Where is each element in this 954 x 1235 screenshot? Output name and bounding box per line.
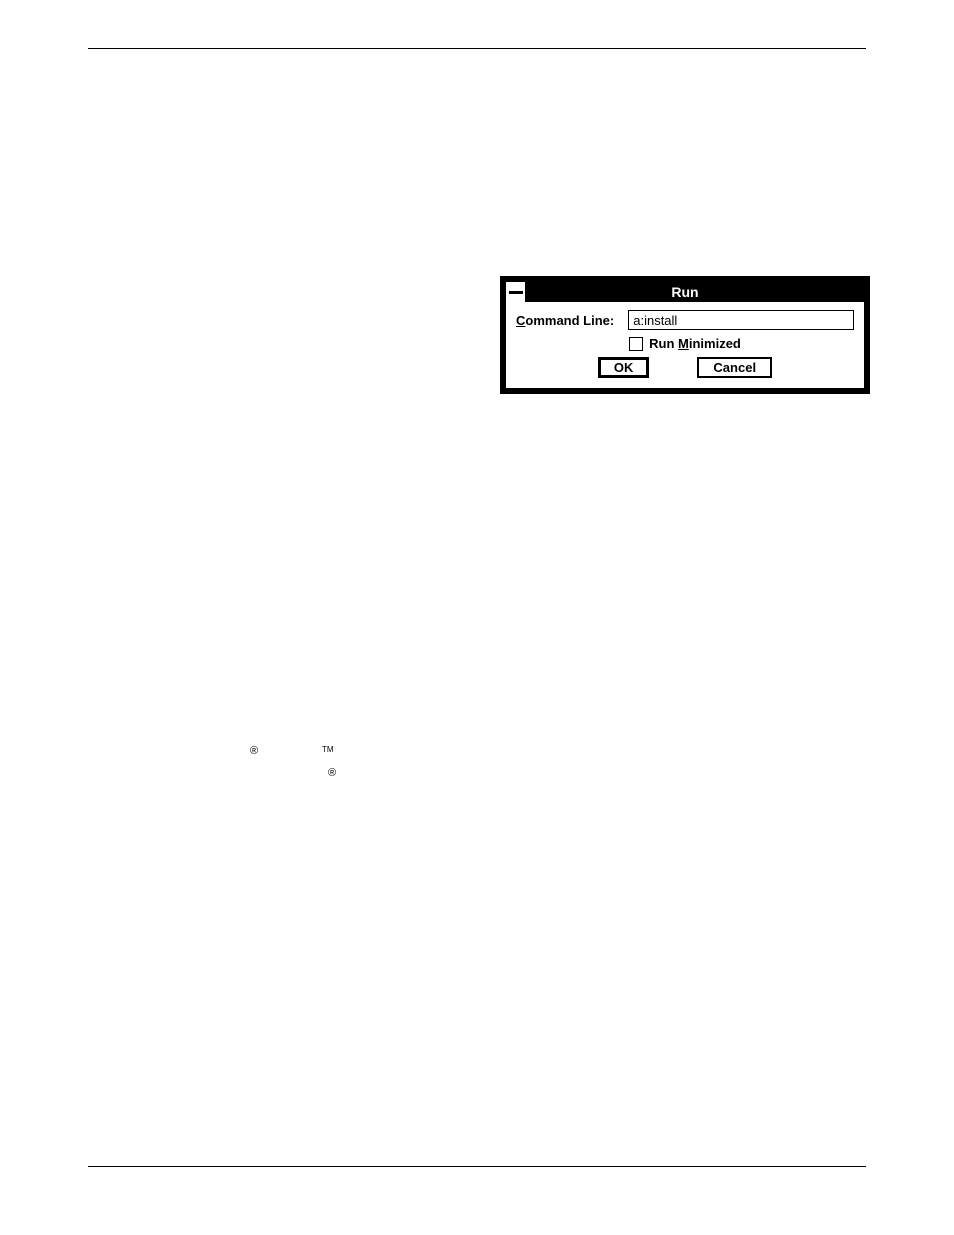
run-minimized-checkbox[interactable] <box>629 337 643 351</box>
system-menu-icon <box>509 291 523 294</box>
run-minimized-row: Run Minimized <box>516 336 854 351</box>
registered-mark-icon: ® <box>250 745 258 757</box>
run-dialog: Run Command Line: Run Minimized OK Cance… <box>500 276 870 394</box>
page-divider-bottom <box>88 1166 866 1167</box>
dialog-title: Run <box>526 284 864 300</box>
trademark-area: ® TM ® <box>248 745 358 785</box>
system-menu-button[interactable] <box>506 282 526 302</box>
page-divider-top <box>88 48 866 49</box>
run-minimized-label: Run Minimized <box>649 336 741 351</box>
command-line-input[interactable] <box>628 310 854 330</box>
registered-mark-icon: ® <box>328 767 336 779</box>
titlebar[interactable]: Run <box>506 282 864 302</box>
command-line-label: Command Line: <box>516 313 614 328</box>
command-line-row: Command Line: <box>516 310 854 330</box>
button-row: OK Cancel <box>516 357 854 378</box>
cancel-button[interactable]: Cancel <box>697 357 772 378</box>
trademark-icon: TM <box>322 745 334 754</box>
dialog-body: Command Line: Run Minimized OK Cancel <box>506 302 864 388</box>
ok-button[interactable]: OK <box>598 357 650 378</box>
